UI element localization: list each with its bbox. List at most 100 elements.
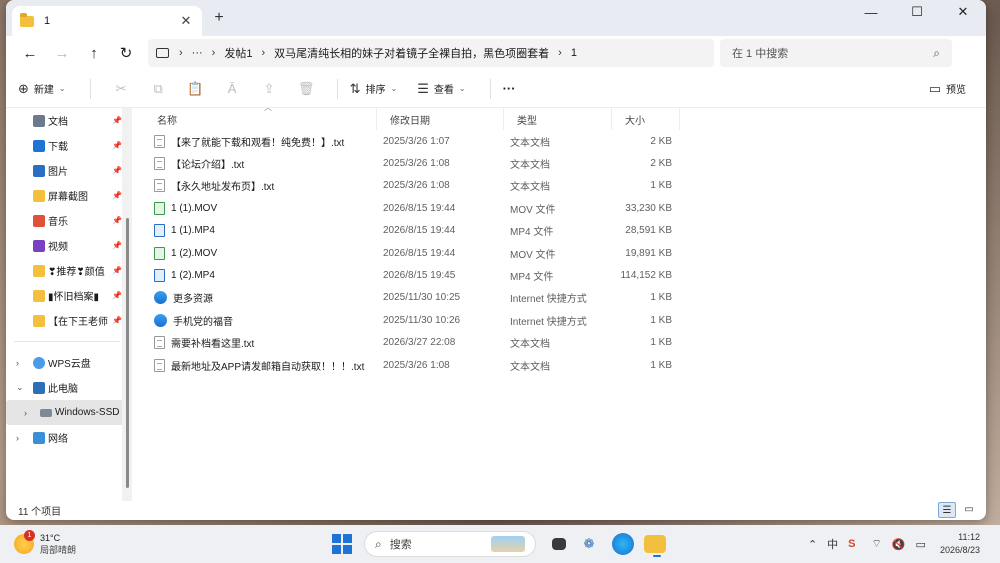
search-input[interactable]: 在 1 中搜索 ⌕ (720, 39, 952, 67)
sidebar-item-network[interactable]: › 网络 (6, 425, 128, 450)
file-name: 【来了就能下载和观看！纯免费！】.txt (171, 137, 345, 149)
file-row[interactable]: 1 (1).MP4 2026/8/15 19:44 MP4 文件 28,591 KB (144, 220, 986, 242)
clock[interactable]: 11:12 2026/8/23 (940, 531, 980, 557)
ime-indicator[interactable]: 中 (827, 536, 838, 552)
chevron-right-icon[interactable]: › (16, 358, 19, 368)
file-name: 【论坛介绍】.txt (171, 160, 245, 172)
sidebar-scrollbar[interactable] (122, 108, 132, 501)
file-row[interactable]: 【永久地址发布页】.txt 2025/3/26 1:08 文本文档 1 KB (144, 175, 986, 197)
sidebar-item-quick-access[interactable]: 下载 📌 (6, 133, 128, 158)
internet-shortcut-icon (154, 313, 167, 327)
divider (336, 78, 338, 99)
file-row[interactable]: 更多资源 2025/11/30 10:25 Internet 快捷方式 1 KB (144, 287, 986, 309)
copy-icon[interactable]: ⧉ (140, 81, 177, 97)
forward-button[interactable]: → (46, 45, 78, 62)
cut-icon[interactable]: ✂ (103, 81, 140, 97)
up-button[interactable]: ↑ (78, 45, 110, 62)
close-tab-icon[interactable]: ✕ (178, 13, 194, 29)
sidebar-item-wps-cloud[interactable]: › WPS云盘 (6, 350, 128, 375)
column-header-date[interactable]: 修改日期 (377, 108, 504, 130)
details-view-icon[interactable]: ☰ (938, 502, 956, 518)
file-explorer-icon[interactable] (644, 535, 666, 557)
address-bar[interactable]: › ··· › 发帖1 › 双马尾清纯长相的妹子对着镜子全裸自拍，黑色项圈套着 … (148, 39, 714, 67)
chevron-right-icon[interactable]: › (24, 408, 27, 418)
rename-icon[interactable]: Ā (214, 81, 251, 96)
new-button[interactable]: ⊕ 新建 ⌄ (18, 81, 66, 97)
new-tab-button[interactable]: + (210, 9, 228, 27)
wifi-icon[interactable]: ⌔ (872, 537, 882, 551)
column-header-type[interactable]: 类型 (504, 108, 612, 130)
pin-icon: 📌 (112, 141, 122, 150)
weather-sun-icon: 1 (14, 530, 35, 554)
breadcrumb-item[interactable]: 1 (571, 47, 577, 59)
tab-current-folder[interactable]: 1 ✕ (12, 6, 202, 36)
more-options-button[interactable]: ··· (503, 81, 516, 96)
file-type: MOV 文件 (510, 249, 556, 261)
scrollbar-thumb[interactable] (126, 218, 129, 488)
sidebar-item-quick-access[interactable]: 屏幕截图 📌 (6, 183, 128, 208)
sidebar-item-quick-access[interactable]: 音乐 📌 (6, 208, 128, 233)
battery-icon[interactable]: ▭ (916, 538, 926, 551)
cloud-icon (33, 356, 45, 369)
close-window-button[interactable]: ✕ (940, 0, 986, 24)
weather-widget[interactable]: 1 31°C 局部晴朗 (14, 530, 76, 556)
file-row[interactable]: 手机党的福音 2025/11/30 10:26 Internet 快捷方式 1 KB (144, 309, 986, 331)
pin-icon: 📌 (112, 316, 122, 325)
sidebar-item-quick-access[interactable]: 视频 📌 (6, 233, 128, 258)
preview-pane-button[interactable]: ▭ 预览 (929, 81, 966, 97)
sidebar-item-quick-access[interactable]: 图片 📌 (6, 158, 128, 183)
share-icon[interactable]: ⇪ (251, 81, 288, 97)
chevron-up-icon[interactable]: ⌃ (808, 538, 817, 551)
file-date: 2025/3/26 1:07 (383, 135, 450, 147)
sidebar-item-quick-access[interactable]: ▮怀旧档案▮ 📌 (6, 283, 128, 308)
refresh-button[interactable]: ↻ (110, 44, 142, 62)
sidebar-item-windows-ssd[interactable]: › Windows-SSD (6, 400, 124, 425)
view-button[interactable]: ☰ 查看 ⌄ (417, 81, 465, 97)
sidebar-item-quick-access[interactable]: 【在下王老师 📌 (6, 308, 128, 333)
folder-icon (33, 264, 45, 277)
maximize-button[interactable]: ☐ (894, 0, 940, 24)
back-button[interactable]: ← (14, 45, 46, 62)
sidebar-item-this-pc[interactable]: ⌄ 此电脑 (6, 375, 128, 400)
column-header-name[interactable]: 名称 (144, 108, 377, 130)
file-name-cell: 1 (2).MP4 (144, 269, 377, 283)
file-size: 1 KB (650, 180, 672, 192)
document-icon (33, 114, 45, 127)
file-row[interactable]: 最新地址及APP请发邮箱自动获取！！！.txt 2025/3/26 1:08 文本文… (144, 354, 986, 376)
volume-muted-icon[interactable]: 🔇 (892, 538, 906, 551)
app-icon[interactable] (612, 533, 634, 555)
pin-icon: 📌 (112, 266, 122, 275)
chevron-right-icon[interactable]: › (16, 433, 19, 443)
breadcrumb-overflow[interactable]: ··· (192, 47, 203, 59)
file-row[interactable]: 需要补档看这里.txt 2026/3/27 22:08 文本文档 1 KB (144, 332, 986, 354)
file-row[interactable]: 1 (1).MOV 2026/8/15 19:44 MOV 文件 33,230 KB (144, 197, 986, 219)
search-icon: ⌕ (375, 536, 382, 551)
content-area: 文档 📌 下载 📌 图片 📌 屏幕截图 📌 音乐 📌 视频 📌 ❣推荐❣颜值 📌 ▮怀旧档案▮ 📌 【在下王老师… (6, 103, 986, 501)
sidebar-item-label: 此电脑 (48, 384, 78, 395)
file-date: 2026/8/15 19:44 (383, 225, 456, 237)
pin-icon: 📌 (112, 216, 122, 225)
breadcrumb-item[interactable]: 双马尾清纯长相的妹子对着镜子全裸自拍，黑色项圈套着 (274, 45, 549, 61)
sidebar-item-quick-access[interactable]: ❣推荐❣颜值 📌 (6, 258, 128, 283)
column-header-size[interactable]: 大小 (612, 108, 680, 130)
sidebar-item-quick-access[interactable]: 文档 📌 (6, 108, 128, 133)
wps-icon[interactable]: S (848, 538, 855, 550)
taskbar-search-box[interactable]: ⌕ 搜索 (364, 531, 536, 557)
file-type: 文本文档 (510, 160, 550, 172)
video-file-icon (154, 224, 165, 238)
delete-icon[interactable]: 🗑 (288, 81, 325, 97)
start-button[interactable] (332, 534, 352, 554)
tiles-view-icon[interactable]: ▭ (960, 502, 978, 518)
file-row[interactable]: 1 (2).MOV 2026/8/15 19:44 MOV 文件 19,891 KB (144, 242, 986, 264)
file-row[interactable]: 【来了就能下载和观看！纯免费！】.txt 2025/3/26 1:07 文本文档 2 … (144, 130, 986, 152)
paste-icon[interactable]: 📋 (177, 81, 214, 97)
task-view-icon[interactable] (552, 538, 566, 550)
file-name-cell: 【论坛介绍】.txt (144, 156, 377, 171)
file-row[interactable]: 【论坛介绍】.txt 2025/3/26 1:08 文本文档 2 KB (144, 152, 986, 174)
chevron-down-icon[interactable]: ⌄ (16, 382, 24, 393)
minimize-button[interactable]: — (848, 0, 894, 24)
breadcrumb-item[interactable]: 发帖1 (224, 45, 252, 61)
copilot-icon[interactable]: ❁ (576, 531, 602, 557)
sort-button[interactable]: ⇅ 排序 ⌄ (350, 81, 398, 97)
file-row[interactable]: 1 (2).MP4 2026/8/15 19:45 MP4 文件 114,152 KB (144, 264, 986, 286)
